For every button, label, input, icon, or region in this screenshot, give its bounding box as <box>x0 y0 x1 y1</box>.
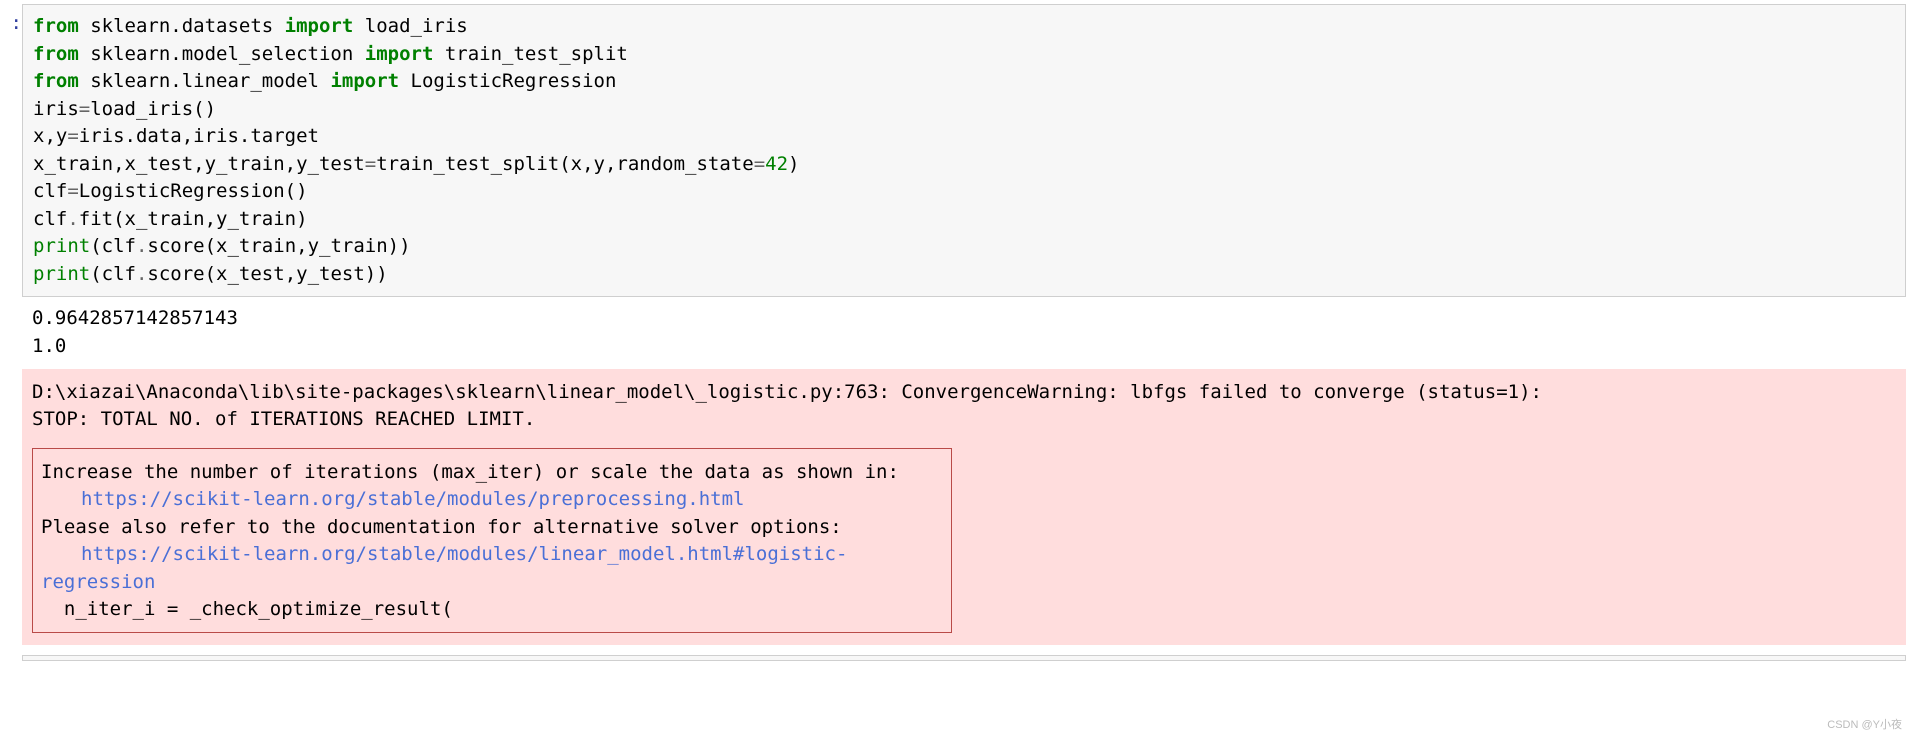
warning-text: Increase the number of iterations (max_i… <box>41 461 899 483</box>
code-text: load_iris() <box>90 98 216 120</box>
operator: = <box>67 180 78 202</box>
keyword-from: from <box>33 15 79 37</box>
code-text: LogisticRegression() <box>79 180 308 202</box>
code-text: x,y <box>33 125 67 147</box>
code-text: clf <box>33 208 67 230</box>
warning-detail-box: Increase the number of iterations (max_i… <box>32 448 952 633</box>
code-text: clf <box>33 180 67 202</box>
warning-text: Please also refer to the documentation f… <box>41 516 842 538</box>
code-text: LogisticRegression <box>399 70 616 92</box>
operator: = <box>79 98 90 120</box>
next-input-cell[interactable] <box>22 655 1906 661</box>
code-text: train_test_split <box>433 43 627 65</box>
watermark: CSDN @Y小夜 <box>1827 716 1902 732</box>
input-cell: : from sklearn.datasets import load_iris… <box>4 4 1906 297</box>
operator: . <box>136 235 147 257</box>
code-text: fit(x_train,y_train) <box>79 208 308 230</box>
input-prompt: : <box>4 4 22 34</box>
stdout-output: 0.9642857142857143 1.0 <box>22 297 1906 368</box>
stdout-line: 0.9642857142857143 <box>32 307 238 329</box>
code-text: load_iris <box>353 15 467 37</box>
doc-link[interactable]: https://scikit-learn.org/stable/modules/… <box>41 543 847 593</box>
code-text: (clf <box>90 235 136 257</box>
stdout-line: 1.0 <box>32 335 66 357</box>
operator: . <box>67 208 78 230</box>
stderr-output: D:\xiazai\Anaconda\lib\site-packages\skl… <box>22 369 1906 645</box>
code-text: score(x_test,y_test)) <box>147 263 387 285</box>
doc-link[interactable]: https://scikit-learn.org/stable/modules/… <box>81 488 744 510</box>
code-text: train_test_split(x,y,random_state <box>376 153 754 175</box>
code-input-area[interactable]: from sklearn.datasets import load_iris f… <box>22 4 1906 297</box>
code-text: sklearn.model_selection <box>79 43 365 65</box>
code-text: sklearn.linear_model <box>79 70 331 92</box>
code-text: iris <box>33 98 79 120</box>
code-text: ) <box>788 153 799 175</box>
code-text: x_train,x_test,y_train,y_test <box>33 153 365 175</box>
keyword-from: from <box>33 70 79 92</box>
operator: = <box>365 153 376 175</box>
keyword-import: import <box>365 43 434 65</box>
warning-path-line: D:\xiazai\Anaconda\lib\site-packages\skl… <box>32 381 1542 403</box>
operator: = <box>67 125 78 147</box>
code-text: (clf <box>90 263 136 285</box>
operator: . <box>136 263 147 285</box>
operator: = <box>754 153 765 175</box>
keyword-from: from <box>33 43 79 65</box>
keyword-import: import <box>330 70 399 92</box>
number-literal: 42 <box>765 153 788 175</box>
code-text: iris.data,iris.target <box>79 125 319 147</box>
warning-code-line: n_iter_i = _check_optimize_result( <box>41 598 453 620</box>
code-text: sklearn.datasets <box>79 15 285 37</box>
warning-header: D:\xiazai\Anaconda\lib\site-packages\skl… <box>32 379 1896 434</box>
keyword-import: import <box>285 15 354 37</box>
builtin-print: print <box>33 263 90 285</box>
warning-stop-line: STOP: TOTAL NO. of ITERATIONS REACHED LI… <box>32 408 535 430</box>
builtin-print: print <box>33 235 90 257</box>
code-text: score(x_train,y_train)) <box>147 235 410 257</box>
